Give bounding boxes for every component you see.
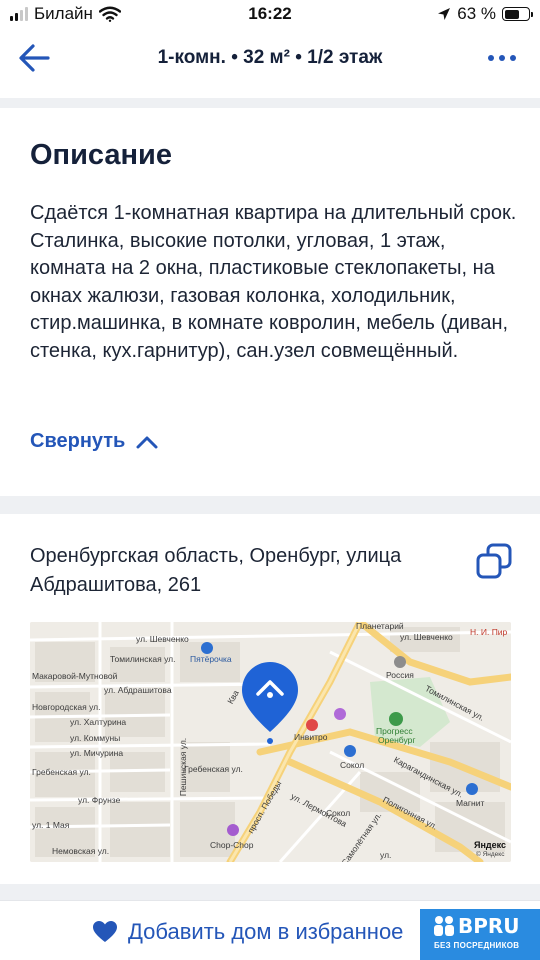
map-label: Пятёрочка xyxy=(190,654,232,664)
map-label: Chop-Chop xyxy=(210,840,254,850)
map-label: Н. И. Пир xyxy=(470,627,508,637)
copy-address-button[interactable] xyxy=(474,542,514,582)
map-label: ул. Мичурина xyxy=(70,748,124,758)
map-label: Сокол xyxy=(326,808,351,818)
description-text: Сдаётся 1-комнатная квартира на длительн… xyxy=(30,202,517,362)
favorite-label: Добавить дом в избранное xyxy=(128,919,404,944)
map-label: Сокол xyxy=(340,760,365,770)
map-label: ул. Шевченко xyxy=(136,634,189,644)
map-label: ул. Абдрашитова xyxy=(104,685,172,695)
collapse-button[interactable]: Свернуть xyxy=(30,430,159,453)
map-label: Оренбург xyxy=(378,735,416,745)
logo-text: BPRU xyxy=(458,914,520,938)
description-title: Описание xyxy=(30,139,172,171)
divider xyxy=(0,98,540,108)
location-arrow-icon xyxy=(438,8,451,20)
bottom-bar: Добавить дом в избранное BPRU БЕЗ ПОСРЕД… xyxy=(0,900,540,960)
divider xyxy=(0,496,540,514)
map-label: Планетарий xyxy=(356,622,404,631)
map-label: ул. Фрунзе xyxy=(78,795,121,805)
nav-header: 1-комн. • 32 м² • 1/2 этаж xyxy=(0,30,540,88)
divider xyxy=(0,884,540,900)
bpru-logo: BPRU БЕЗ ПОСРЕДНИКОВ xyxy=(420,909,540,960)
map-label: Инвитро xyxy=(294,732,328,742)
status-right: 63 % xyxy=(437,4,533,24)
status-bar: Билайн 16:22 63 % xyxy=(0,0,540,30)
battery-percent: 63 % xyxy=(457,4,496,23)
map-label: Гребенская ул. xyxy=(184,764,243,774)
heart-icon xyxy=(93,921,117,942)
more-button[interactable] xyxy=(484,46,520,70)
add-to-favorites-button[interactable]: Добавить дом в избранное xyxy=(92,919,403,945)
map-copyright: © Яндекс xyxy=(476,851,505,858)
map-label: Макаровой-Мутновой xyxy=(32,671,118,681)
copy-icon xyxy=(476,543,512,579)
address-text: Оренбургская область, Оренбург, улица Аб… xyxy=(30,545,402,596)
logo-subtitle: БЕЗ ПОСРЕДНИКОВ xyxy=(434,941,520,950)
map-label: Пешинская ул. xyxy=(178,737,189,797)
map-label: Гребенская ул. xyxy=(32,767,91,777)
map-label: Новгородская ул. xyxy=(32,702,101,712)
map-view[interactable]: Планетарий Н. И. Пир ул. Шевченко ул. Ше… xyxy=(30,622,511,862)
battery-icon xyxy=(502,7,533,21)
map-label: ул. Халтурина xyxy=(70,717,127,727)
map-label: Россия xyxy=(386,670,414,680)
chevron-up-icon xyxy=(136,436,158,448)
yandex-logo: Яндекс xyxy=(474,840,507,850)
map-label: ул. xyxy=(380,850,392,860)
collapse-label: Свернуть xyxy=(30,430,126,452)
map-label: Немовская ул. xyxy=(52,846,110,856)
more-dots-icon xyxy=(488,55,494,61)
map-label: Томилинская ул. xyxy=(110,654,176,664)
map-label: ул. 1 Мая xyxy=(32,820,70,830)
page-title: 1-комн. • 32 м² • 1/2 этаж xyxy=(157,47,383,68)
map-label: ул. Шевченко xyxy=(400,632,453,642)
map-label: ул. Коммуны xyxy=(70,733,121,743)
people-icon xyxy=(434,916,454,936)
